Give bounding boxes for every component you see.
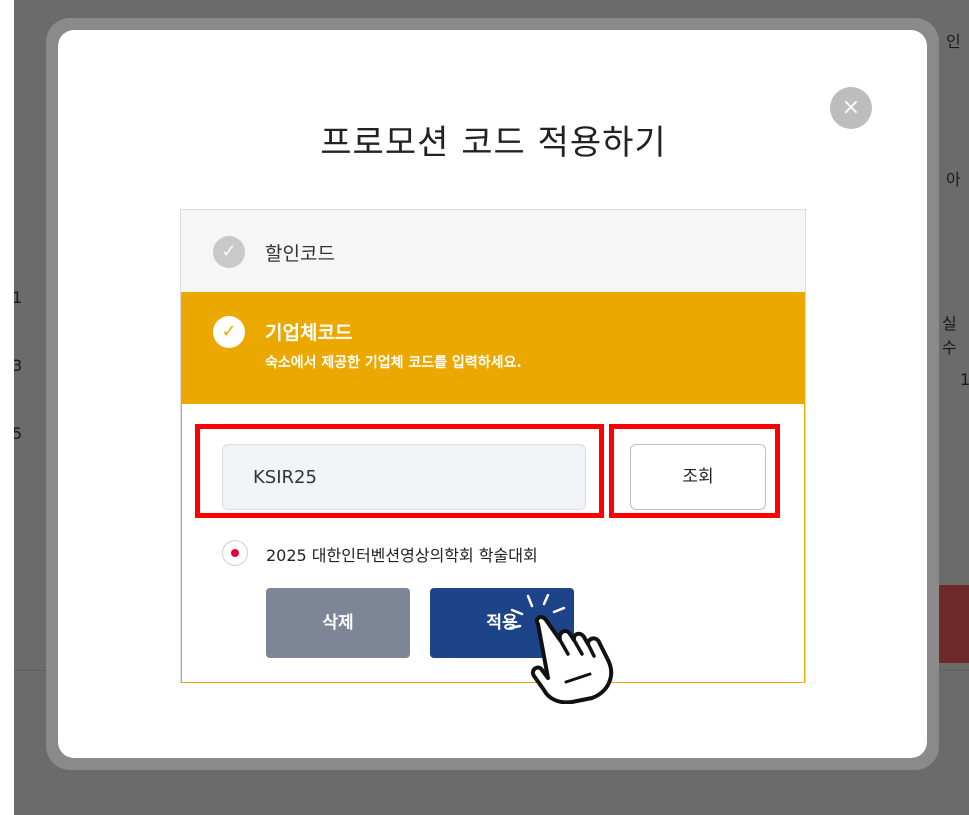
option-corporate-label: 기업체코드: [265, 322, 353, 344]
bg-text: 1: [960, 370, 969, 389]
option-discount-code[interactable]: ✓ 할인코드: [181, 210, 805, 293]
result-label: 2025 대한인터벤션영상의학회 학술대회: [266, 546, 538, 565]
bg-text: 아: [946, 170, 961, 189]
bg-text: 3: [14, 356, 23, 375]
check-circle-icon: ✓: [213, 316, 245, 348]
option-discount-label: 할인코드: [265, 243, 335, 265]
bg-text: 5: [14, 424, 23, 443]
option-corporate-description: 숙소에서 제공한 기업체 코드를 입력하세요.: [265, 355, 522, 371]
modal-title: 프로모션 코드 적용하기: [320, 123, 667, 163]
radio-selected-dot: [231, 549, 239, 557]
option-corporate-code[interactable]: ✓ 기업체코드 숙소에서 제공한 기업체 코드를 입력하세요.: [181, 292, 805, 404]
delete-button[interactable]: 삭제: [266, 588, 410, 658]
result-radio[interactable]: [222, 540, 248, 566]
highlight-box-search: [609, 424, 780, 518]
bg-text: 인: [946, 32, 961, 51]
check-circle-icon: ✓: [213, 236, 245, 268]
pointing-hand-icon: [508, 594, 614, 704]
bg-text: 실 수: [942, 314, 957, 357]
highlight-box-input: [195, 424, 604, 518]
bg-text: 1: [14, 288, 23, 307]
